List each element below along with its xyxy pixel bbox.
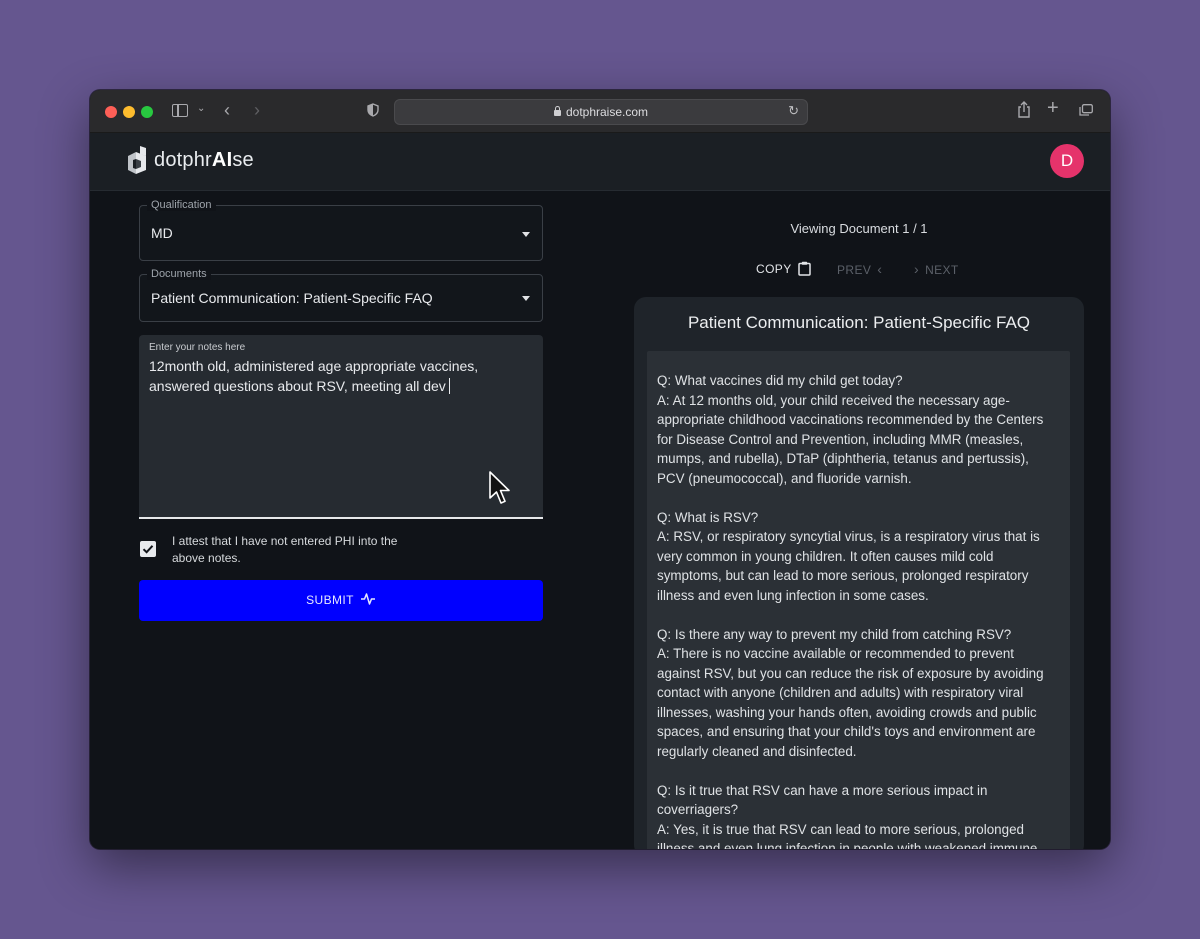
- minimize-window-button[interactable]: [123, 106, 135, 118]
- dropdown-arrow-icon: [522, 232, 530, 237]
- attest-label: I attest that I have not entered PHI int…: [172, 534, 398, 565]
- prev-button[interactable]: PREV ‹: [837, 261, 888, 277]
- document-counter: Viewing Document 1 / 1: [790, 221, 928, 236]
- forward-arrow-icon[interactable]: ›: [254, 101, 260, 119]
- back-arrow-icon[interactable]: ‹: [224, 101, 230, 119]
- tab-overview-icon[interactable]: [1079, 104, 1093, 116]
- document-title: Patient Communication: Patient-Specific …: [687, 313, 1031, 332]
- document-body[interactable]: Q: What vaccines did my child get today?…: [647, 351, 1070, 849]
- notes-text: 12month old, administered age appropriat…: [149, 358, 479, 394]
- new-tab-icon[interactable]: +: [1047, 98, 1059, 118]
- dropdown-arrow-icon: [522, 296, 530, 301]
- qualification-label: Qualification: [147, 199, 216, 211]
- documents-value: Patient Communication: Patient-Specific …: [151, 290, 433, 306]
- chevron-left-icon: ‹: [877, 261, 883, 277]
- close-window-button[interactable]: [105, 106, 117, 118]
- app-header: dotphrAIse D: [90, 133, 1110, 191]
- chevron-right-icon: ›: [914, 261, 920, 277]
- faq-paragraph: Q: Is it true that RSV can have a more s…: [657, 782, 1038, 850]
- text-cursor: [448, 378, 450, 394]
- qualification-select[interactable]: Qualification MD: [139, 199, 543, 261]
- main-content: Qualification MD Documents Patient Commu…: [90, 191, 1110, 849]
- faq-paragraph: Q: Is there any way to prevent my child …: [657, 626, 1044, 759]
- zoom-window-button[interactable]: [141, 106, 153, 118]
- copy-button[interactable]: COPY: [756, 261, 811, 276]
- chevron-down-icon[interactable]: ⌄: [197, 104, 205, 114]
- dotphraise-logo-icon[interactable]: [126, 145, 148, 175]
- url-text: dotphraise.com: [565, 105, 649, 119]
- share-icon[interactable]: [1016, 101, 1032, 119]
- submit-button[interactable]: SUBMIT: [139, 580, 543, 621]
- mouse-pointer-icon: [489, 471, 510, 504]
- sidebar-toggle-icon[interactable]: [172, 104, 188, 117]
- privacy-shield-icon[interactable]: [367, 103, 379, 117]
- reload-icon[interactable]: ↻: [788, 103, 799, 119]
- activity-pulse-icon: [360, 593, 375, 605]
- faq-paragraph: Q: What is RSV? A: RSV, or respiratory s…: [657, 509, 1040, 603]
- notes-textarea[interactable]: Enter your notes here 12month old, admin…: [139, 335, 543, 519]
- checkmark-icon: [142, 545, 154, 554]
- browser-toolbar: ⌄ ‹ › dotphraise.com ↻ +: [90, 90, 1110, 133]
- documents-select[interactable]: Documents Patient Communication: Patient…: [139, 268, 543, 322]
- documents-label: Documents: [147, 268, 211, 280]
- clipboard-icon: [797, 261, 811, 276]
- qualification-value: MD: [151, 225, 173, 241]
- url-display: dotphraise.com: [395, 105, 807, 119]
- notes-label: Enter your notes here: [149, 342, 246, 353]
- browser-window: ⌄ ‹ › dotphraise.com ↻ + dotphrAIse D Qu…: [90, 90, 1110, 849]
- next-button[interactable]: › NEXT: [908, 261, 959, 277]
- faq-paragraph: Q: What vaccines did my child get today?…: [657, 373, 1044, 486]
- attest-checkbox[interactable]: [140, 541, 156, 557]
- app-logo-text[interactable]: dotphrAIse: [154, 149, 254, 172]
- address-bar[interactable]: dotphraise.com ↻: [394, 99, 808, 125]
- document-card: Patient Communication: Patient-Specific …: [634, 297, 1084, 849]
- user-avatar[interactable]: D: [1050, 144, 1084, 178]
- document-text: Q: What vaccines did my child get today?…: [647, 351, 1070, 849]
- lock-icon: [553, 106, 561, 116]
